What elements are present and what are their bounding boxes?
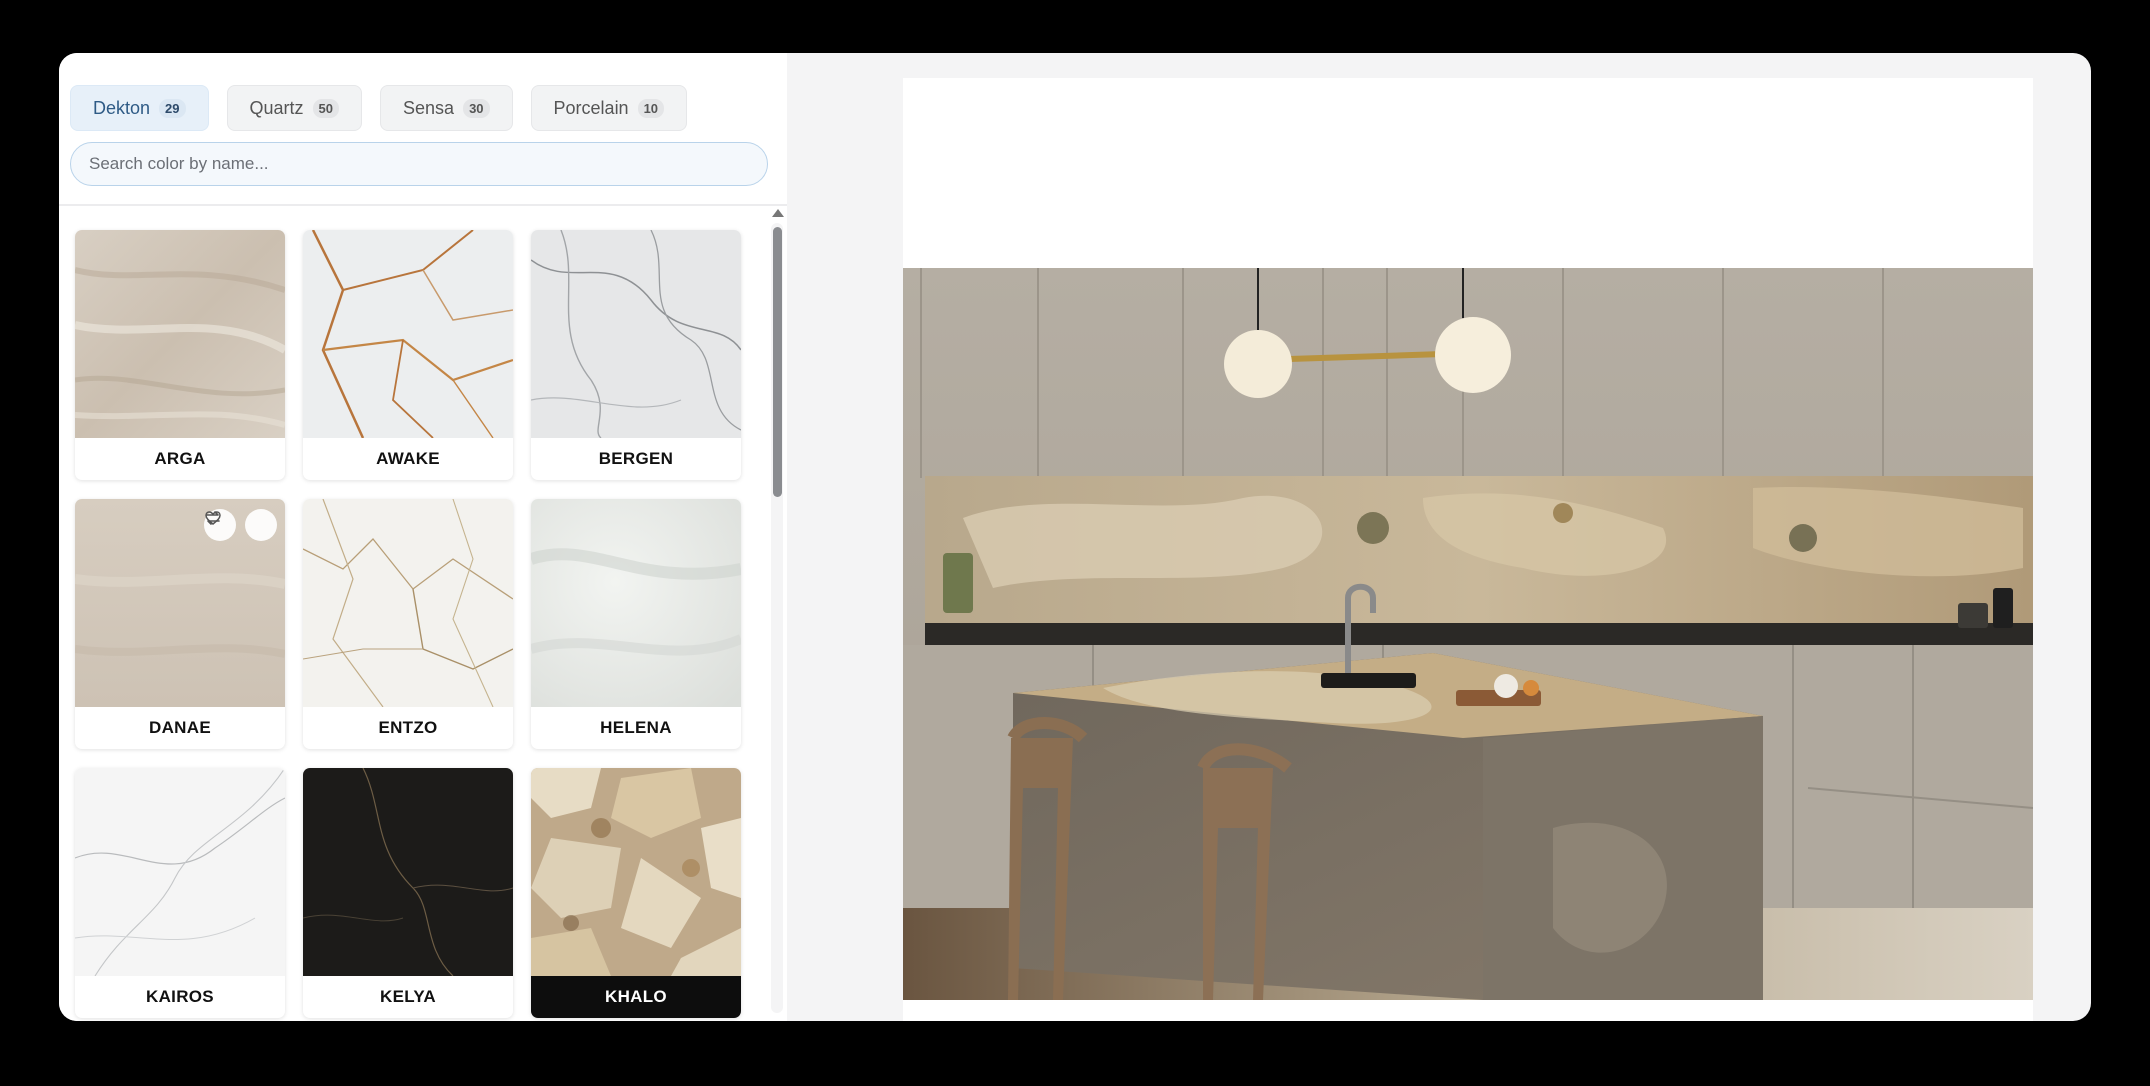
color-name: KAIROS	[146, 987, 214, 1006]
color-name: DANAE	[149, 718, 211, 737]
tab-label: Quartz	[249, 97, 304, 118]
tab-count: 30	[463, 98, 490, 118]
color-card-kelya[interactable]: KELYA	[303, 768, 513, 1018]
color-swatch	[75, 499, 285, 707]
material-tabs: Dekton 29 Quartz 50 Sensa 30 Porcelain 1…	[70, 85, 688, 131]
color-card-khalo[interactable]: KHALO	[531, 768, 741, 1018]
color-name: HELENA	[600, 718, 672, 737]
color-card-arga[interactable]: ARGA	[75, 230, 285, 480]
color-card-entzo[interactable]: ENTZO	[303, 499, 513, 749]
tab-label: Sensa	[403, 97, 455, 118]
color-grid: ARGA AWAKE BERGEN DANAE ENTZO HELENA KAI…	[75, 230, 741, 1018]
scroll-up-arrow-icon[interactable]	[772, 209, 784, 217]
favorite-button[interactable]	[205, 509, 277, 541]
color-card-danae[interactable]: DANAE	[75, 499, 285, 749]
divider	[59, 204, 787, 206]
color-browser-panel: Dekton 29 Quartz 50 Sensa 30 Porcelain 1…	[59, 53, 787, 1021]
color-name: KELYA	[380, 987, 436, 1006]
card-actions	[204, 509, 277, 541]
color-name: KHALO	[531, 976, 741, 1018]
tab-label: Dekton	[93, 97, 151, 118]
color-swatch	[531, 768, 741, 976]
color-swatch	[531, 499, 741, 707]
color-swatch	[303, 499, 513, 707]
color-swatch	[303, 768, 513, 976]
color-card-kairos[interactable]: KAIROS	[75, 768, 285, 1018]
color-card-helena[interactable]: HELENA	[531, 499, 741, 749]
tab-porcelain[interactable]: Porcelain 10	[530, 85, 688, 131]
color-swatch	[303, 230, 513, 438]
color-name: BERGEN	[598, 449, 674, 468]
color-name: AWAKE	[376, 449, 440, 468]
color-swatch	[75, 230, 285, 438]
tab-quartz[interactable]: Quartz 50	[226, 85, 363, 131]
search-input[interactable]	[70, 142, 768, 186]
color-swatch	[75, 768, 285, 976]
tab-count: 50	[312, 98, 340, 118]
color-swatch	[531, 230, 741, 438]
color-card-awake[interactable]: AWAKE	[303, 230, 513, 480]
app-window: Dekton 29 Quartz 50 Sensa 30 Porcelain 1…	[59, 53, 2091, 1021]
scrollbar-thumb[interactable]	[773, 227, 782, 497]
tab-count: 10	[637, 98, 665, 118]
preview-canvas	[903, 78, 2033, 1021]
tab-sensa[interactable]: Sensa 30	[380, 85, 513, 131]
kitchen-preview-image	[903, 268, 2033, 1000]
heart-icon	[205, 511, 221, 525]
tab-label: Porcelain	[553, 97, 629, 118]
color-card-bergen[interactable]: BERGEN	[531, 230, 741, 480]
tab-dekton[interactable]: Dekton 29	[70, 85, 209, 131]
color-name: ARGA	[154, 449, 206, 468]
color-name: ENTZO	[378, 718, 438, 737]
tab-count: 29	[159, 98, 186, 118]
